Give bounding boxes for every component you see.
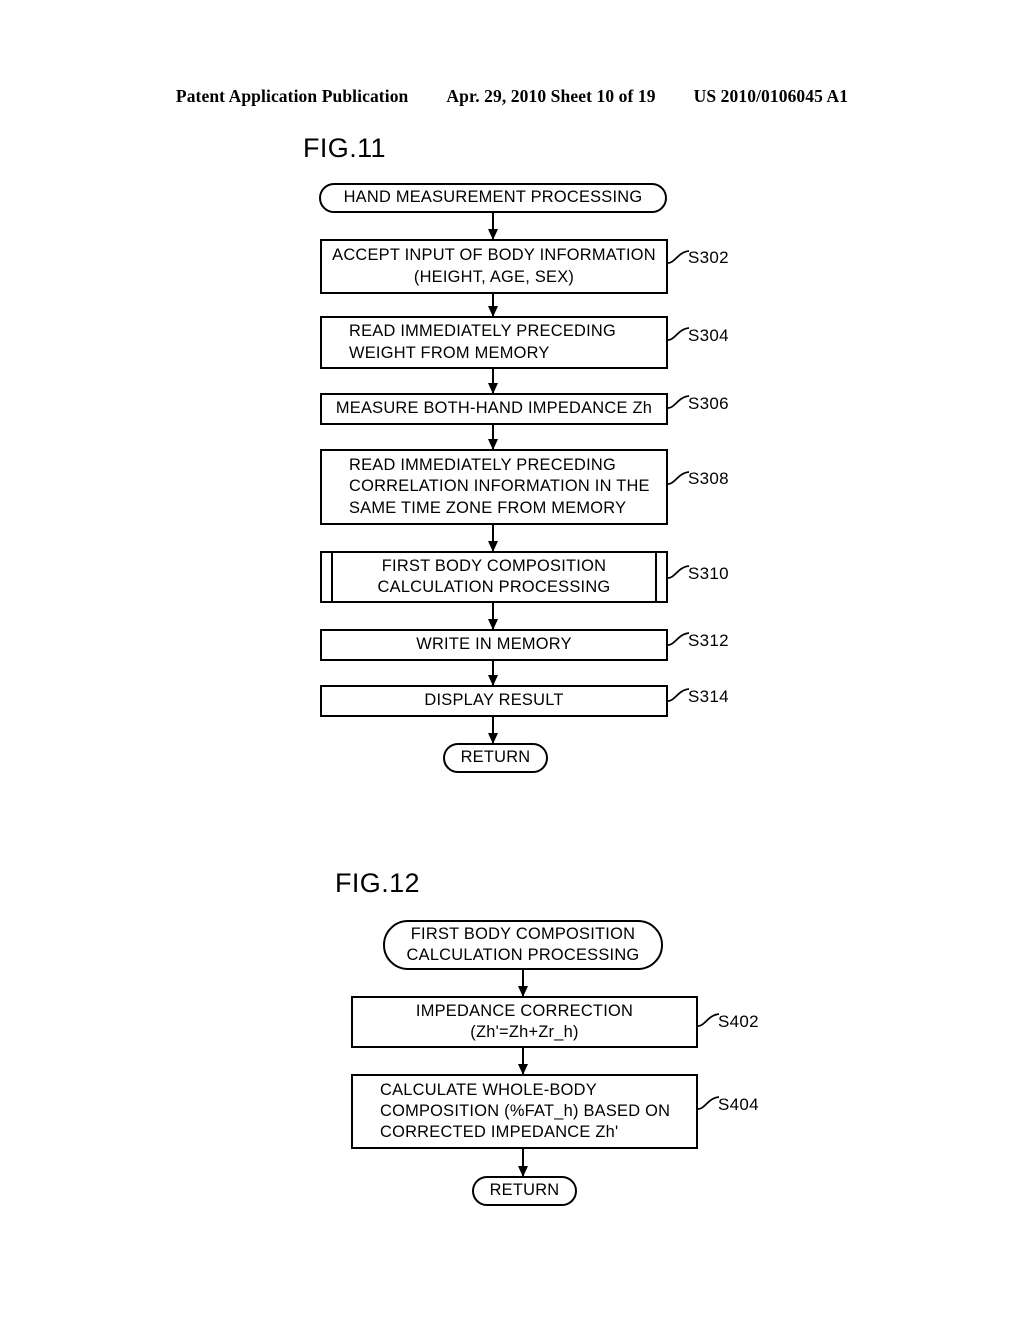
fig11-leader-s314 [667, 686, 690, 704]
fig11-node-s312: WRITE IN MEMORY [320, 629, 668, 661]
fig11-arrow-s304-s306 [492, 369, 494, 393]
fig11-step-s310: S310 [688, 564, 729, 583]
fig12-step-s402: S402 [718, 1012, 759, 1031]
fig12-node-s402: IMPEDANCE CORRECTION (Zh'=Zh+Zr_h) [351, 996, 698, 1048]
fig11-node-return: RETURN [443, 743, 548, 773]
fig12-node-return-label: RETURN [489, 1181, 560, 1200]
fig12-arrow-s402-s404 [522, 1048, 524, 1074]
figure-12-title: FIG.12 [335, 868, 420, 898]
fig11-node-s306: MEASURE BOTH-HAND IMPEDANCE Zh [320, 393, 668, 425]
fig11-node-s308: READ IMMEDIATELY PRECEDING CORRELATION I… [320, 449, 668, 525]
fig11-node-s308-label: READ IMMEDIATELY PRECEDING CORRELATION I… [349, 456, 650, 517]
fig12-leader-s404 [697, 1094, 720, 1112]
fig11-arrow-s314-return [492, 717, 494, 743]
fig12-node-start-label: FIRST BODY COMPOSITION CALCULATION PROCE… [406, 924, 640, 964]
fig11-node-s314: DISPLAY RESULT [320, 685, 668, 717]
fig12-node-s402-label: IMPEDANCE CORRECTION (Zh'=Zh+Zr_h) [415, 1001, 634, 1041]
fig11-node-s310-label: FIRST BODY COMPOSITION CALCULATION PROCE… [377, 556, 611, 596]
fig11-step-s308: S308 [688, 469, 729, 488]
fig12-leader-s402 [697, 1011, 720, 1029]
fig11-arrow-s308-s310 [492, 525, 494, 551]
fig11-leader-s308 [667, 469, 690, 487]
fig11-leader-s304 [667, 325, 690, 343]
fig11-node-s304: READ IMMEDIATELY PRECEDING WEIGHT FROM M… [320, 316, 668, 369]
fig12-node-s404: CALCULATE WHOLE-BODY COMPOSITION (%FAT_h… [351, 1074, 698, 1149]
fig12-step-s404: S404 [718, 1095, 759, 1114]
fig11-node-s302: ACCEPT INPUT OF BODY INFORMATION (HEIGHT… [320, 239, 668, 294]
fig11-node-s310: FIRST BODY COMPOSITION CALCULATION PROCE… [320, 550, 668, 604]
fig11-node-s306-label: MEASURE BOTH-HAND IMPEDANCE Zh [335, 399, 653, 418]
fig12-arrow-s404-return [522, 1149, 524, 1176]
fig11-arrow-s302-s304 [492, 294, 494, 316]
fig11-step-s314: S314 [688, 687, 729, 706]
fig11-arrow-s312-s314 [492, 661, 494, 685]
fig12-node-return: RETURN [472, 1176, 577, 1206]
figure-11-title: FIG.11 [303, 133, 386, 163]
patent-number-label: US 2010/0106045 A1 [693, 86, 849, 106]
fig12-node-start: FIRST BODY COMPOSITION CALCULATION PROCE… [383, 920, 663, 970]
fig11-arrow-start-s302 [492, 213, 494, 239]
fig11-node-return-label: RETURN [460, 748, 531, 767]
fig11-node-s304-label: READ IMMEDIATELY PRECEDING WEIGHT FROM M… [349, 322, 616, 362]
fig11-leader-s310 [667, 563, 690, 581]
publication-label: Patent Application Publication [175, 86, 409, 106]
fig11-node-start-label: HAND MEASUREMENT PROCESSING [343, 188, 643, 207]
fig11-step-s304: S304 [688, 326, 729, 345]
fig11-leader-s302 [667, 248, 690, 266]
fig11-step-s312: S312 [688, 631, 729, 650]
fig11-node-s302-label: ACCEPT INPUT OF BODY INFORMATION (HEIGHT… [332, 246, 656, 286]
fig12-arrow-start-s402 [522, 970, 524, 996]
fig11-node-start: HAND MEASUREMENT PROCESSING [319, 183, 667, 213]
date-sheet-label: Apr. 29, 2010 Sheet 10 of 19 [446, 86, 656, 106]
fig11-leader-s306 [667, 393, 690, 411]
fig11-arrow-s306-s308 [492, 425, 494, 449]
fig11-arrow-s310-s312 [492, 603, 494, 629]
fig11-step-s306: S306 [688, 394, 729, 413]
fig12-node-s404-label: CALCULATE WHOLE-BODY COMPOSITION (%FAT_h… [380, 1080, 671, 1142]
fig11-node-s312-label: WRITE IN MEMORY [416, 635, 572, 654]
patent-header: Patent Application Publication Apr. 29, … [0, 86, 1024, 110]
fig11-leader-s312 [667, 630, 690, 648]
fig11-node-s314-label: DISPLAY RESULT [424, 691, 564, 710]
fig11-step-s302: S302 [688, 248, 729, 267]
